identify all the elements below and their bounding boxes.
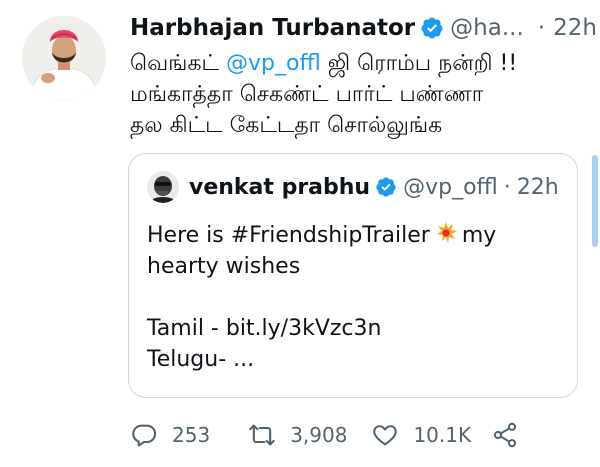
share-icon <box>494 422 517 448</box>
text-segment: Here is #FriendshipTrailer <box>147 223 430 248</box>
quoted-author-handle: @vp_offl <box>403 174 498 200</box>
scrollbar[interactable] <box>592 155 598 247</box>
tweet-actions: 253 3,908 10.1K <box>130 418 519 452</box>
author-handle[interactable]: @ha... <box>450 15 524 41</box>
tweet-text-line: தல கிட்ட கேட்டதா சொல்லுங்க <box>130 113 443 138</box>
quoted-text-line: hearty wishes <box>147 254 301 279</box>
quoted-text-line <box>147 282 567 313</box>
share-button[interactable] <box>491 421 519 449</box>
text-segment: ஜி ரொம்ப நன்றி !! <box>320 51 518 76</box>
verified-badge-icon <box>375 176 397 198</box>
separator-dot: · <box>537 15 546 41</box>
retweet-icon <box>249 424 275 446</box>
quoted-text-line: Tamil - bit.ly/3kVzc3n <box>147 316 382 341</box>
retweet-button[interactable]: 3,908 <box>248 421 347 449</box>
quoted-text-line: Telugu- ... <box>147 347 255 372</box>
quoted-text-line: Here is #FriendshipTrailer my <box>147 220 567 251</box>
quoted-author-name: venkat prabhu <box>189 174 371 200</box>
verified-badge-icon <box>420 16 444 40</box>
separator-dot: · <box>503 174 511 200</box>
text-segment: my <box>461 223 497 248</box>
reply-button[interactable]: 253 <box>130 421 210 449</box>
avatar-image <box>22 16 106 100</box>
like-button[interactable]: 10.1K <box>371 421 471 449</box>
quoted-tweet-card[interactable]: venkat prabhu @vp_offl · 22h Here is #Fr… <box>128 153 578 398</box>
quoted-avatar <box>147 171 179 203</box>
mention-link[interactable]: @vp_offl <box>226 51 321 76</box>
like-count: 10.1K <box>413 423 472 447</box>
tweet-header: Harbhajan Turbanator @ha... · 22h <box>130 11 597 45</box>
reply-count: 253 <box>172 423 211 447</box>
tweet-text-line: வெங்கட் @vp_offl ஜி ரொம்ப நன்றி !! <box>130 48 590 79</box>
retweet-count: 3,908 <box>290 423 348 447</box>
tweet-text: வெங்கட் @vp_offl ஜி ரொம்ப நன்றி !! மங்கா… <box>130 48 590 141</box>
quoted-tweet-time: 22h <box>516 174 559 200</box>
reply-icon <box>132 424 157 447</box>
heart-icon <box>373 425 398 446</box>
quoted-tweet-header: venkat prabhu @vp_offl · 22h <box>189 170 559 204</box>
author-name[interactable]: Harbhajan Turbanator <box>130 15 415 41</box>
tweet-text-line: மங்காத்தா செகண்ட் பார்ட் பண்ணா <box>130 82 484 107</box>
text-segment: வெங்கட் <box>130 51 227 76</box>
tweet-time[interactable]: 22h <box>553 15 597 41</box>
avatar[interactable] <box>22 16 106 100</box>
quoted-tweet-text: Here is #FriendshipTrailer my hearty wish… <box>147 220 567 375</box>
collision-emoji-icon <box>434 221 458 245</box>
quoted-avatar-image <box>147 171 179 203</box>
